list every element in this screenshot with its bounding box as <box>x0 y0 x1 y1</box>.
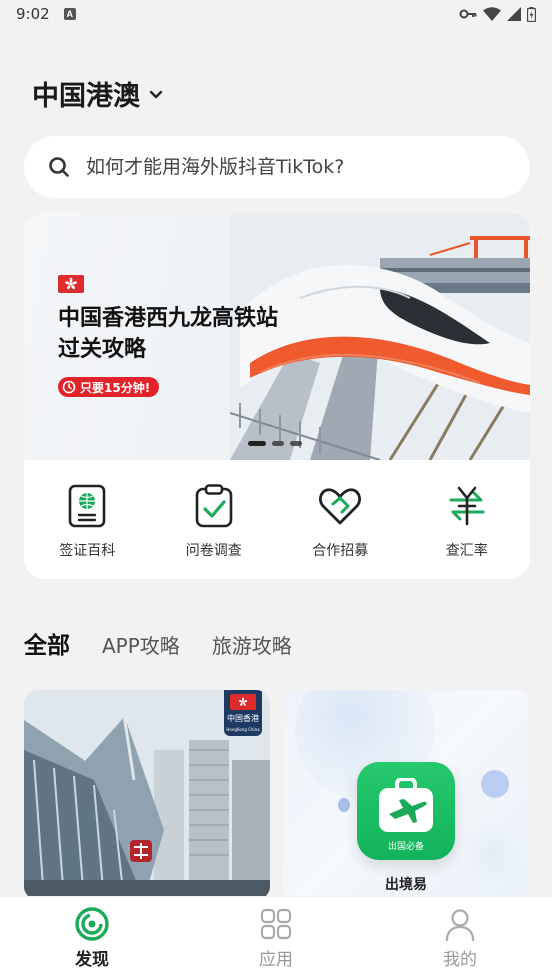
promo-banner[interactable]: 中国香港西九龙高铁站 过关攻略 只要15分钟! <box>24 213 530 460</box>
carousel-indicator <box>248 441 302 446</box>
article-card-app[interactable]: 出国必备 出境易 <box>283 690 529 900</box>
tab-all[interactable]: 全部 <box>24 626 70 660</box>
notification-icon: A <box>63 8 76 20</box>
wifi-icon <box>483 7 501 21</box>
hong-kong-flag-icon <box>58 275 84 293</box>
banner-pill-text: 只要15分钟! <box>80 380 151 395</box>
carousel-dot[interactable] <box>248 441 266 446</box>
carousel-dot[interactable] <box>290 441 302 446</box>
article-card-hongkong[interactable]: 中国香港 HongKong China <box>24 690 270 900</box>
decorative-bubble <box>481 770 509 798</box>
tool-label: 问卷调查 <box>185 543 242 559</box>
nav-apps[interactable]: 应用 <box>184 897 368 978</box>
search-input[interactable] <box>86 156 486 178</box>
app-icon-chujingyi: 出国必备 <box>357 762 455 860</box>
profile-icon <box>445 909 475 941</box>
tool-label: 合作招募 <box>312 543 369 559</box>
nav-label: 发现 <box>75 950 109 970</box>
search-icon <box>49 157 69 177</box>
tab-app-guide[interactable]: APP攻略 <box>102 630 180 659</box>
tool-partnership[interactable]: 合作招募 <box>277 460 404 579</box>
feature-card: 中国香港西九龙高铁站 过关攻略 只要15分钟! 签证百科 问卷调查 合作招募 查… <box>24 213 530 579</box>
passport-icon <box>68 484 106 528</box>
banner-time-pill: 只要15分钟! <box>58 377 160 397</box>
apps-icon <box>260 908 292 940</box>
clipboard-check-icon <box>195 484 233 528</box>
app-tag: 出国必备 <box>387 842 424 852</box>
region-selector[interactable]: 中国港澳 <box>32 74 164 113</box>
quick-tools: 签证百科 问卷调查 合作招募 查汇率 <box>24 460 530 579</box>
hong-kong-badge: 中国香港 HongKong China <box>224 690 262 736</box>
region-title: 中国港澳 <box>32 81 140 112</box>
tool-label: 查汇率 <box>445 543 488 559</box>
tool-exchange-rate[interactable]: 查汇率 <box>404 460 531 579</box>
nav-profile[interactable]: 我的 <box>368 897 552 978</box>
nav-label: 应用 <box>259 950 293 970</box>
exchange-rate-icon <box>449 486 485 526</box>
hong-kong-flag-icon <box>230 694 256 710</box>
banner-title: 中国香港西九龙高铁站 过关攻略 <box>58 303 328 365</box>
category-tabs: 全部 APP攻略 旅游攻略 <box>24 626 292 660</box>
badge-text: 中国香港 <box>227 714 259 723</box>
banner-title-line2: 过关攻略 <box>58 337 147 362</box>
nav-discover[interactable]: 发现 <box>0 897 184 978</box>
tool-label: 签证百科 <box>59 543 116 559</box>
bottom-navigation: 发现 应用 我的 <box>0 896 552 978</box>
badge-subtext: HongKong China <box>226 727 260 732</box>
chevron-down-icon <box>149 90 163 98</box>
tab-travel-guide[interactable]: 旅游攻略 <box>212 630 292 659</box>
suitcase-plane-icon <box>379 778 433 832</box>
tool-survey[interactable]: 问卷调查 <box>151 460 278 579</box>
tool-visa-guide[interactable]: 签证百科 <box>24 460 151 579</box>
battery-icon <box>527 6 536 22</box>
signal-icon <box>507 7 521 21</box>
vpn-key-icon <box>459 9 477 19</box>
nav-label: 我的 <box>443 950 477 970</box>
status-bar: 9:02 A <box>0 0 552 28</box>
handshake-heart-icon <box>319 488 362 525</box>
discover-icon <box>75 907 109 941</box>
status-time: 9:02 <box>16 5 50 23</box>
search-bar[interactable] <box>24 136 530 198</box>
decorative-bubble <box>338 798 350 812</box>
clock-icon <box>62 380 76 394</box>
app-name: 出境易 <box>385 877 427 893</box>
banner-title-line1: 中国香港西九龙高铁站 <box>58 306 279 331</box>
carousel-dot[interactable] <box>272 441 284 446</box>
